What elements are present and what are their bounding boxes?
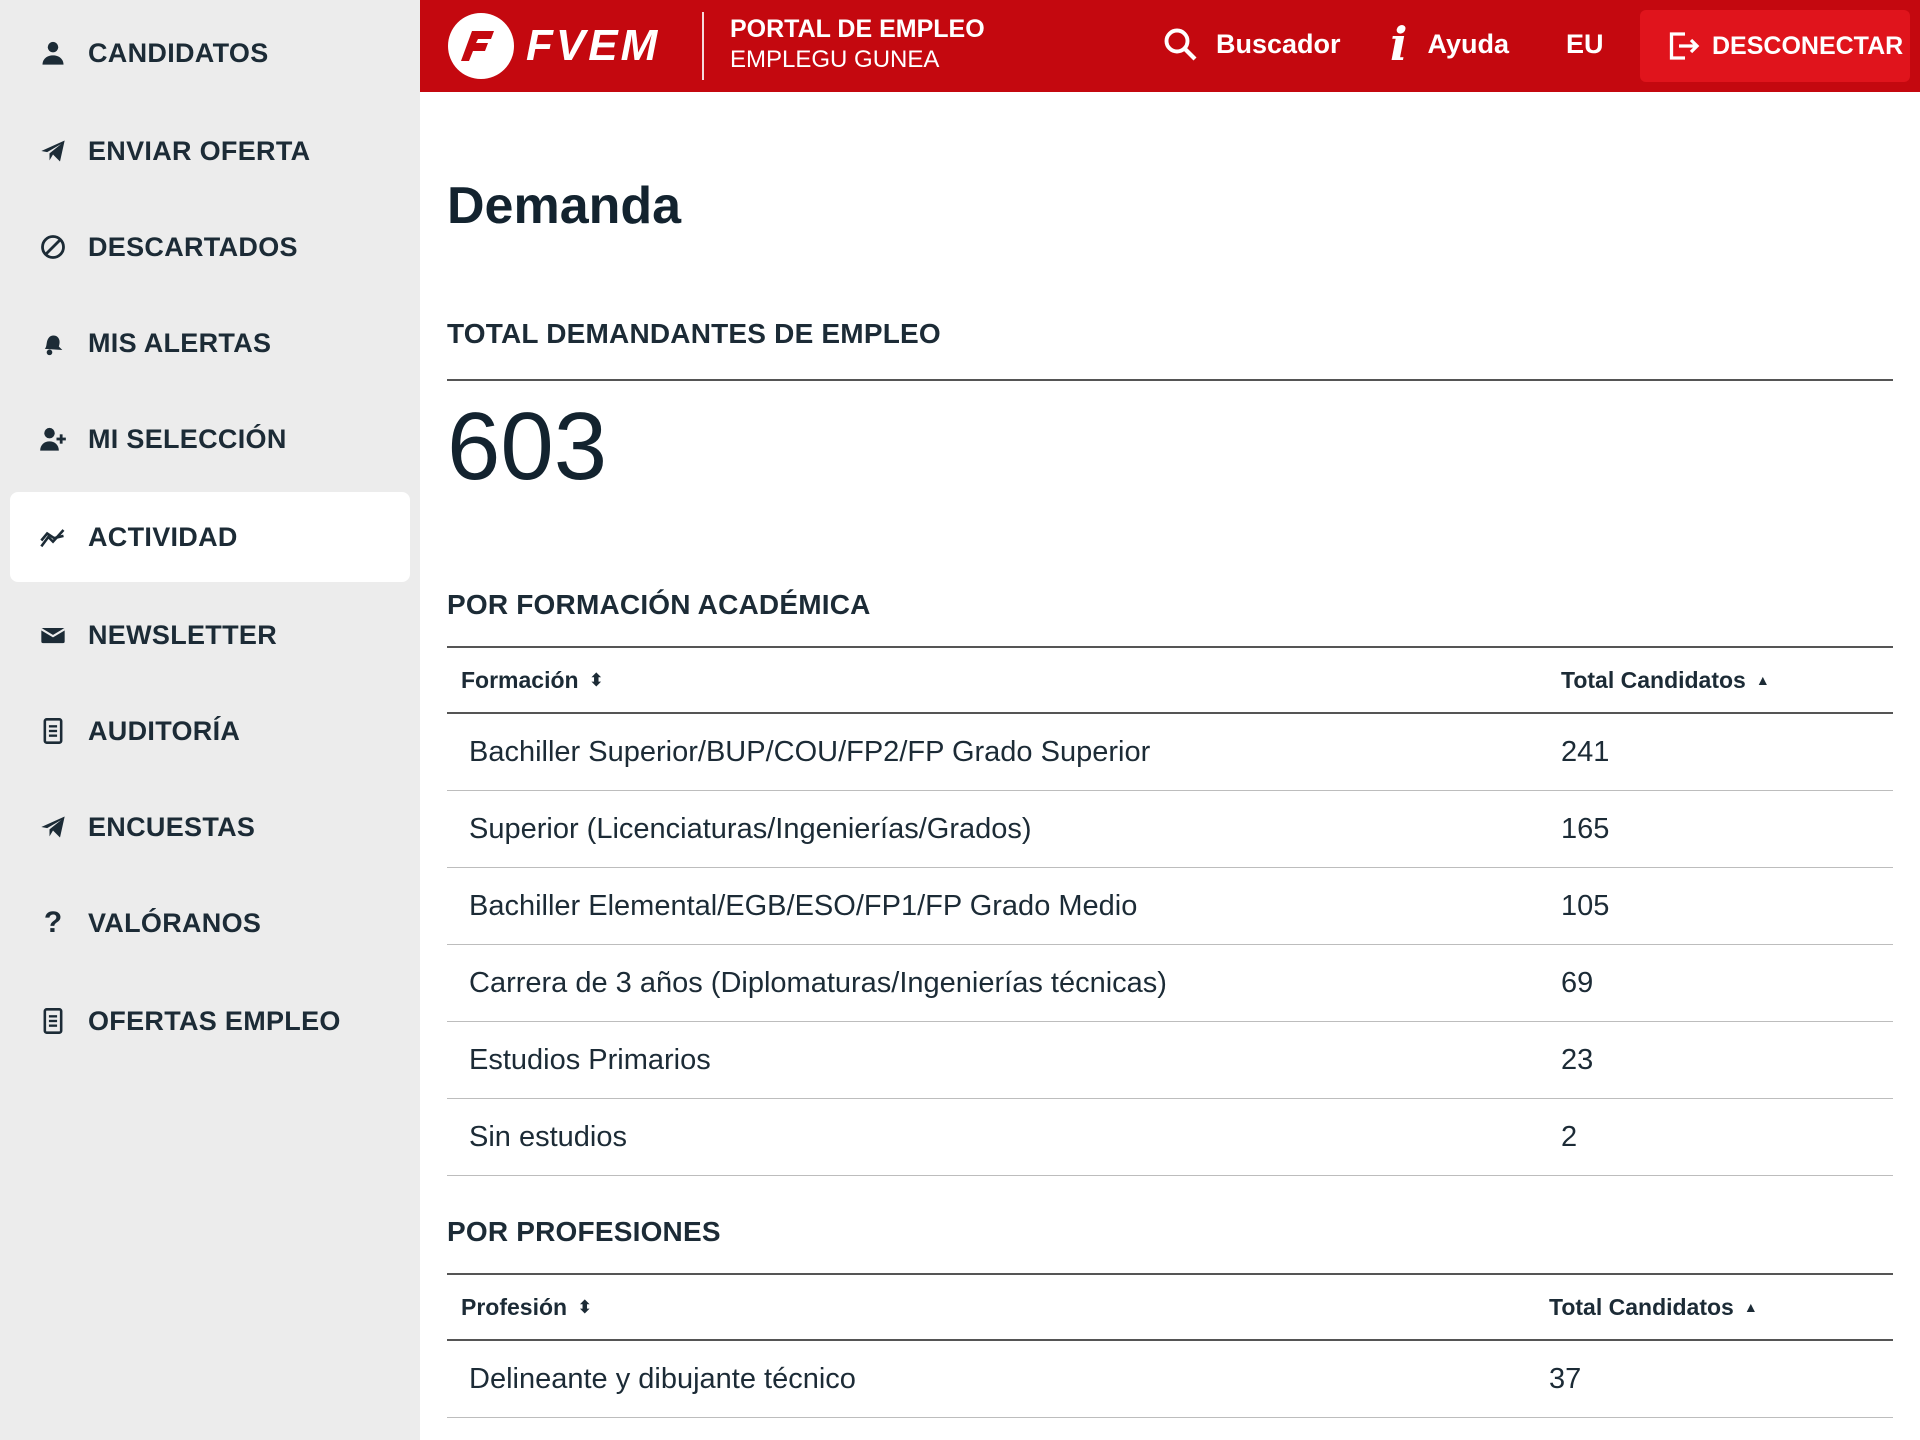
- search-button[interactable]: Buscador: [1162, 0, 1341, 88]
- column-header-formacion[interactable]: Formación ⬍: [447, 667, 1561, 694]
- profesiones-section-title: POR PROFESIONES: [447, 1216, 721, 1247]
- total-cell: 105: [1561, 889, 1610, 922]
- column-label: Total Candidatos: [1549, 1293, 1734, 1320]
- sidebar-item-candidatos[interactable]: CANDIDATOS: [10, 8, 410, 98]
- language-label: EU: [1566, 28, 1604, 59]
- envelope-icon: [32, 614, 74, 656]
- logout-icon: [1669, 32, 1700, 60]
- page-title: Demanda: [447, 177, 682, 235]
- sidebar-item-label: ENCUESTAS: [88, 811, 256, 842]
- profesiones-table: Profesión ⬍ Total Candidatos ▲ Delineant…: [447, 1273, 1893, 1418]
- sidebar-item-ofertas-empleo[interactable]: OFERTAS EMPLEO: [10, 976, 410, 1066]
- table-row: Bachiller Elemental/EGB/ESO/FP1/FP Grado…: [447, 868, 1893, 945]
- sidebar-item-newsletter[interactable]: NEWSLETTER: [10, 590, 410, 680]
- column-header-total[interactable]: Total Candidatos ▲: [1561, 667, 1770, 694]
- sidebar-item-descartados[interactable]: DESCARTADOS: [10, 202, 410, 292]
- portal-title-line2: EMPLEGU GUNEA: [730, 46, 940, 73]
- total-cell: 23: [1561, 1043, 1594, 1076]
- sidebar-item-label: ACTIVIDAD: [88, 521, 238, 552]
- user-plus-icon: [32, 418, 74, 460]
- sidebar-item-label: DESCARTADOS: [88, 231, 298, 262]
- search-label: Buscador: [1216, 28, 1341, 59]
- table-row: Superior (Licenciaturas/Ingenierías/Grad…: [447, 791, 1893, 868]
- sort-asc-icon: ▲: [1743, 1299, 1758, 1315]
- bell-icon: [32, 322, 74, 364]
- profesion-cell: Delineante y dibujante técnico: [469, 1362, 856, 1395]
- total-cell: 37: [1549, 1362, 1582, 1395]
- info-icon: i: [1390, 17, 1408, 71]
- sidebar-item-label: CANDIDATOS: [88, 37, 269, 68]
- logo-mark-icon: [448, 13, 514, 79]
- sidebar-item-valoranos[interactable]: ? VALÓRANOS: [10, 878, 410, 968]
- formacion-cell: Bachiller Elemental/EGB/ESO/FP1/FP Grado…: [469, 889, 1138, 922]
- total-cell: 2: [1561, 1120, 1578, 1153]
- column-label: Profesión: [461, 1293, 568, 1320]
- sidebar-item-label: NEWSLETTER: [88, 619, 277, 650]
- portal-title-line1: PORTAL DE EMPLEO: [730, 15, 985, 43]
- sidebar: CANDIDATOS ENVIAR OFERTA DESCARTADOS MIS…: [0, 0, 420, 1440]
- table-row: Estudios Primarios 23: [447, 1022, 1893, 1099]
- header-divider: [702, 12, 704, 80]
- total-section-title: TOTAL DEMANDANTES DE EMPLEO: [447, 318, 941, 349]
- help-label: Ayuda: [1427, 28, 1509, 59]
- sidebar-item-enviar-oferta[interactable]: ENVIAR OFERTA: [10, 106, 410, 196]
- language-toggle[interactable]: EU: [1566, 0, 1604, 88]
- column-label: Total Candidatos: [1561, 666, 1746, 693]
- logo-text: FVEM: [526, 21, 661, 70]
- sidebar-item-auditoria[interactable]: AUDITORÍA: [10, 686, 410, 776]
- column-header-total[interactable]: Total Candidatos ▲: [1549, 1294, 1758, 1321]
- formacion-section-title: POR FORMACIÓN ACADÉMICA: [447, 589, 871, 620]
- sidebar-item-label: MI SELECCIÓN: [88, 423, 287, 454]
- sidebar-item-label: ENVIAR OFERTA: [88, 135, 311, 166]
- sort-both-icon: ⬍: [577, 1297, 593, 1317]
- logout-label: DESCONECTAR: [1712, 31, 1904, 60]
- table-row: Sin estudios 2: [447, 1099, 1893, 1176]
- divider: [447, 379, 1893, 381]
- sidebar-item-mis-alertas[interactable]: MIS ALERTAS: [10, 298, 410, 388]
- sidebar-item-actividad[interactable]: ACTIVIDAD: [10, 492, 410, 582]
- total-value: 603: [447, 393, 608, 500]
- divider: [447, 1273, 1893, 1275]
- question-icon: ?: [43, 906, 63, 939]
- total-cell: 69: [1561, 966, 1594, 999]
- total-cell: 241: [1561, 735, 1610, 768]
- formacion-cell: Superior (Licenciaturas/Ingenierías/Grad…: [469, 812, 1032, 845]
- formacion-cell: Sin estudios: [469, 1120, 627, 1153]
- sidebar-item-label: VALÓRANOS: [88, 907, 262, 938]
- column-header-profesion[interactable]: Profesión ⬍: [447, 1294, 1549, 1321]
- sidebar-item-encuestas[interactable]: ENCUESTAS: [10, 782, 410, 872]
- table-header: Profesión ⬍ Total Candidatos ▲: [447, 1273, 1893, 1341]
- formacion-cell: Bachiller Superior/BUP/COU/FP2/FP Grado …: [469, 735, 1151, 768]
- portal-title: PORTAL DE EMPLEO EMPLEGU GUNEA: [730, 14, 985, 75]
- activity-chart-icon: [32, 516, 74, 558]
- help-button[interactable]: i Ayuda: [1390, 0, 1509, 88]
- sidebar-item-label: OFERTAS EMPLEO: [88, 1005, 341, 1036]
- table-header: Formación ⬍ Total Candidatos ▲: [447, 646, 1893, 714]
- sort-asc-icon: ▲: [1755, 672, 1770, 688]
- sidebar-item-mi-seleccion[interactable]: MI SELECCIÓN: [10, 394, 410, 484]
- column-label: Formación: [461, 666, 579, 693]
- document-icon: [32, 1000, 74, 1042]
- formacion-cell: Estudios Primarios: [469, 1043, 711, 1076]
- sort-both-icon: ⬍: [588, 670, 604, 690]
- logout-button[interactable]: DESCONECTAR: [1640, 10, 1910, 82]
- table-row: Bachiller Superior/BUP/COU/FP2/FP Grado …: [447, 714, 1893, 791]
- table-row: Delineante y dibujante técnico 37: [447, 1341, 1893, 1418]
- ban-icon: [32, 226, 74, 268]
- table-row: Carrera de 3 años (Diplomaturas/Ingenier…: [447, 945, 1893, 1022]
- document-icon: [32, 710, 74, 752]
- divider: [447, 646, 1893, 648]
- sidebar-item-label: AUDITORÍA: [88, 715, 241, 746]
- send-icon: [32, 130, 74, 172]
- brand-logo[interactable]: FVEM: [448, 10, 660, 82]
- send-icon: [32, 806, 74, 848]
- sidebar-item-label: MIS ALERTAS: [88, 327, 272, 358]
- formacion-table: Formación ⬍ Total Candidatos ▲ Bachiller…: [447, 646, 1893, 1176]
- total-cell: 165: [1561, 812, 1610, 845]
- top-header: FVEM PORTAL DE EMPLEO EMPLEGU GUNEA Busc…: [420, 0, 1920, 92]
- search-icon: [1164, 28, 1197, 61]
- formacion-cell: Carrera de 3 años (Diplomaturas/Ingenier…: [469, 966, 1167, 999]
- user-icon: [32, 32, 74, 74]
